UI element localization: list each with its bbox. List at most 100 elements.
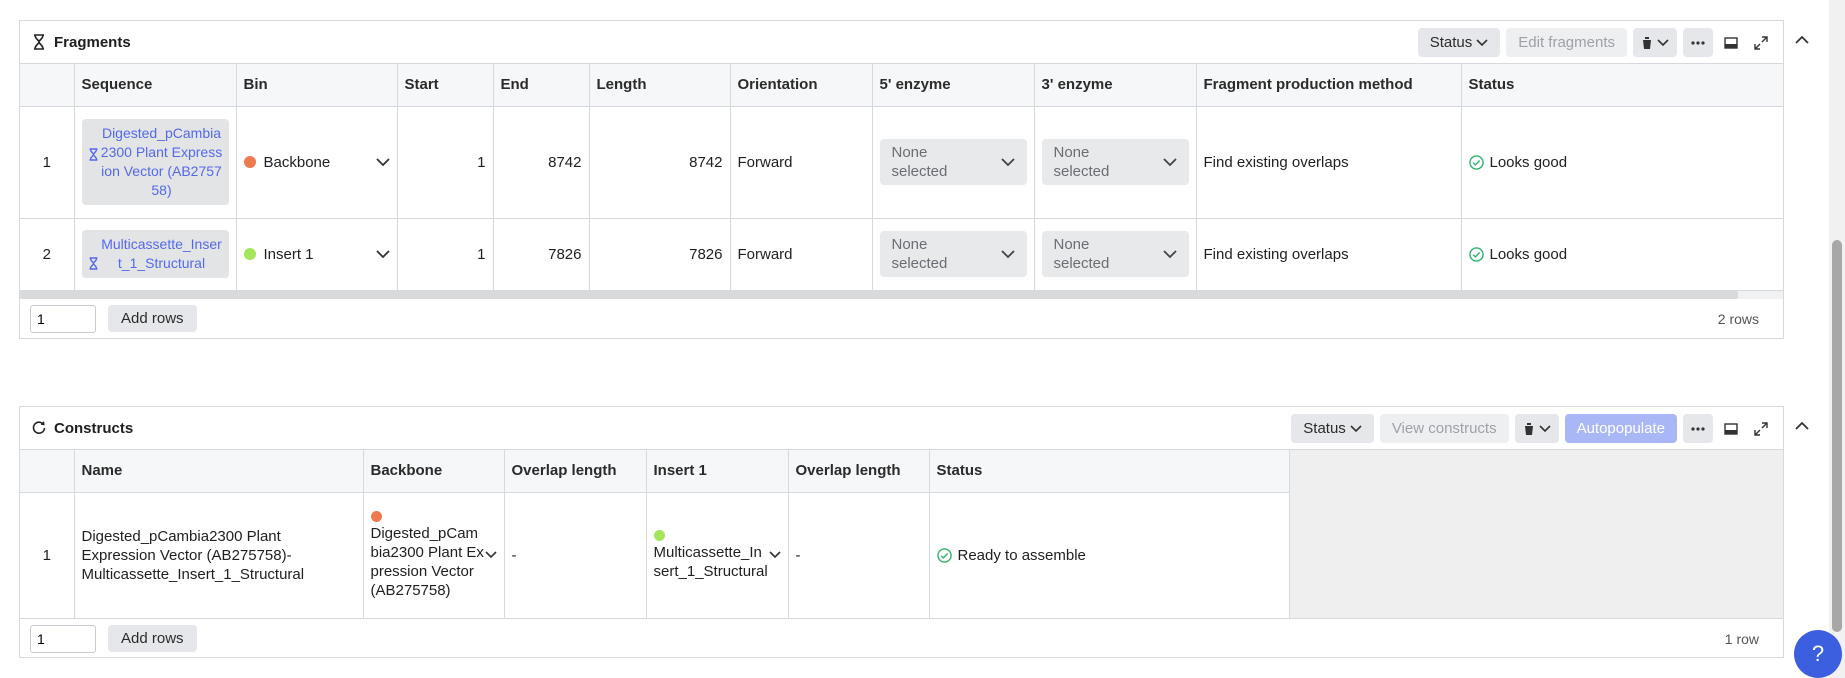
trash-icon bbox=[1523, 422, 1534, 435]
column-header-end[interactable]: End bbox=[493, 64, 590, 107]
column-header-production-method[interactable]: Fragment production method bbox=[1196, 64, 1462, 107]
column-header-status[interactable]: Status bbox=[1461, 64, 1784, 107]
delete-menu-button[interactable] bbox=[1633, 28, 1677, 57]
status-cell: Ready to assemble bbox=[929, 492, 1290, 619]
column-header bbox=[20, 450, 75, 493]
method-cell[interactable]: Find existing overlaps bbox=[1196, 106, 1462, 219]
backbone-color-dot bbox=[370, 510, 382, 522]
start-cell[interactable]: 1 bbox=[397, 106, 494, 219]
hourglass-icon bbox=[34, 34, 44, 50]
row-count-label: 2 rows bbox=[1717, 310, 1759, 327]
panel-layout-icon[interactable] bbox=[1719, 28, 1743, 57]
start-cell[interactable]: 1 bbox=[397, 218, 494, 291]
sequence-link[interactable]: Digested_pCambia2300 Plant Expression Ve… bbox=[81, 119, 229, 205]
end-cell[interactable]: 7826 bbox=[493, 218, 590, 291]
scrollbar-thumb[interactable] bbox=[1832, 240, 1842, 632]
sequence-link[interactable]: Multicassette_Insert_1_Structural bbox=[81, 230, 229, 278]
enzyme5-select[interactable]: None selected bbox=[879, 139, 1027, 185]
enzyme5-cell: None selected bbox=[872, 106, 1035, 219]
constructs-title-text: Constructs bbox=[54, 419, 134, 437]
add-rows-button[interactable]: Add rows bbox=[108, 305, 197, 332]
constructs-table: Name Backbone Overlap length Insert 1 Ov… bbox=[20, 450, 1290, 619]
chevron-down-icon bbox=[1000, 249, 1015, 258]
insert-name: Multicassette_Insert_1_Structural bbox=[653, 543, 768, 580]
column-header-insert-1[interactable]: Insert 1 bbox=[646, 450, 789, 493]
method-cell[interactable]: Find existing overlaps bbox=[1196, 218, 1462, 291]
chevron-down-icon bbox=[1162, 249, 1177, 258]
column-header-backbone[interactable]: Backbone bbox=[363, 450, 505, 493]
delete-menu-button[interactable] bbox=[1514, 414, 1559, 443]
column-header-overlap-length[interactable]: Overlap length bbox=[504, 450, 647, 493]
edit-fragments-button[interactable]: Edit fragments bbox=[1506, 28, 1627, 57]
status-filter-button[interactable]: Status bbox=[1417, 28, 1501, 57]
expand-icon[interactable] bbox=[1749, 28, 1773, 57]
status-filter-button[interactable]: Status bbox=[1291, 414, 1374, 443]
constructs-panel: Constructs Status View constructs Autopo… bbox=[19, 406, 1809, 658]
column-header-5-enzyme[interactable]: 5' enzyme bbox=[872, 64, 1035, 107]
length-cell: 7826 bbox=[589, 218, 731, 291]
enzyme3-cell: None selected bbox=[1034, 106, 1197, 219]
rows-count-input[interactable] bbox=[30, 624, 96, 653]
trash-icon bbox=[1642, 36, 1652, 49]
row-index: 1 bbox=[20, 106, 75, 219]
constructs-grid: Name Backbone Overlap length Insert 1 Ov… bbox=[20, 450, 1783, 619]
chevron-down-icon bbox=[375, 157, 390, 166]
fragments-title-text: Fragments bbox=[54, 33, 131, 51]
help-button[interactable]: ? bbox=[1794, 630, 1842, 678]
more-options-button[interactable] bbox=[1683, 28, 1713, 57]
column-header-orientation[interactable]: Orientation bbox=[730, 64, 873, 107]
view-constructs-button[interactable]: View constructs bbox=[1379, 414, 1509, 443]
enzyme3-select[interactable]: None selected bbox=[1041, 231, 1189, 277]
check-circle-icon bbox=[1468, 154, 1484, 170]
chevron-down-icon bbox=[1476, 38, 1488, 46]
chevron-down-icon bbox=[484, 551, 497, 559]
column-header-bin[interactable]: Bin bbox=[236, 64, 398, 107]
add-rows-button[interactable]: Add rows bbox=[108, 625, 197, 652]
column-header-overlap-length[interactable]: Overlap length bbox=[788, 450, 930, 493]
check-circle-icon bbox=[936, 547, 952, 563]
column-header-length[interactable]: Length bbox=[589, 64, 731, 107]
refresh-circle-icon bbox=[32, 421, 46, 434]
check-circle-icon bbox=[1468, 246, 1484, 262]
construct-name-cell[interactable]: Digested_pCambia2300 Plant Expression Ve… bbox=[74, 492, 364, 619]
orientation-cell[interactable]: Forward bbox=[730, 218, 873, 291]
bin-cell[interactable]: Backbone bbox=[236, 106, 398, 219]
enzyme3-select[interactable]: None selected bbox=[1041, 139, 1189, 185]
orientation-cell[interactable]: Forward bbox=[730, 106, 873, 219]
expand-icon[interactable] bbox=[1749, 414, 1773, 443]
end-cell[interactable]: 8742 bbox=[493, 106, 590, 219]
overlap-length-cell[interactable]: - bbox=[504, 492, 647, 619]
column-header-name[interactable]: Name bbox=[74, 450, 364, 493]
sequence-name: Multicassette_Insert_1_Structural bbox=[101, 236, 222, 271]
table-empty-area bbox=[1289, 450, 1783, 619]
row-index: 2 bbox=[20, 218, 75, 291]
status-text: Looks good bbox=[1489, 153, 1568, 171]
column-header-sequence[interactable]: Sequence bbox=[74, 64, 237, 107]
status-text: Looks good bbox=[1489, 245, 1568, 263]
more-options-button[interactable] bbox=[1683, 414, 1713, 443]
collapse-chevron-icon[interactable] bbox=[1795, 31, 1809, 49]
chevron-down-icon bbox=[1350, 424, 1362, 432]
enzyme5-select[interactable]: None selected bbox=[879, 231, 1027, 277]
column-header-status[interactable]: Status bbox=[929, 450, 1290, 493]
constructs-header: Constructs Status View constructs Autopo… bbox=[20, 407, 1809, 450]
column-header-3-enzyme[interactable]: 3' enzyme bbox=[1034, 64, 1197, 107]
insert-cell[interactable]: Multicassette_Insert_1_Structural bbox=[646, 492, 789, 619]
autopopulate-button[interactable]: Autopopulate bbox=[1564, 414, 1677, 443]
column-header-start[interactable]: Start bbox=[397, 64, 494, 107]
chevron-down-icon bbox=[1162, 157, 1177, 166]
sequence-cell: Digested_pCambia2300 Plant Expression Ve… bbox=[74, 106, 237, 219]
collapse-chevron-icon[interactable] bbox=[1795, 417, 1809, 435]
rows-count-input[interactable] bbox=[30, 304, 96, 333]
constructs-title: Constructs bbox=[32, 420, 133, 437]
backbone-cell[interactable]: Digested_pCambia2300 Plant Expression Ve… bbox=[363, 492, 505, 619]
overlap-length-cell[interactable]: - bbox=[788, 492, 930, 619]
horizontal-scrollbar[interactable] bbox=[20, 290, 1783, 299]
panel-layout-icon[interactable] bbox=[1719, 414, 1743, 443]
bin-label: Insert 1 bbox=[263, 245, 314, 263]
constructs-toolbar: Status View constructs Autopopulate bbox=[1291, 414, 1773, 443]
bin-cell[interactable]: Insert 1 bbox=[236, 218, 398, 291]
enzyme5-value: None selected bbox=[891, 236, 948, 272]
page-scrollbar[interactable] bbox=[1829, 0, 1845, 678]
row-count-label: 1 row bbox=[1724, 630, 1759, 647]
